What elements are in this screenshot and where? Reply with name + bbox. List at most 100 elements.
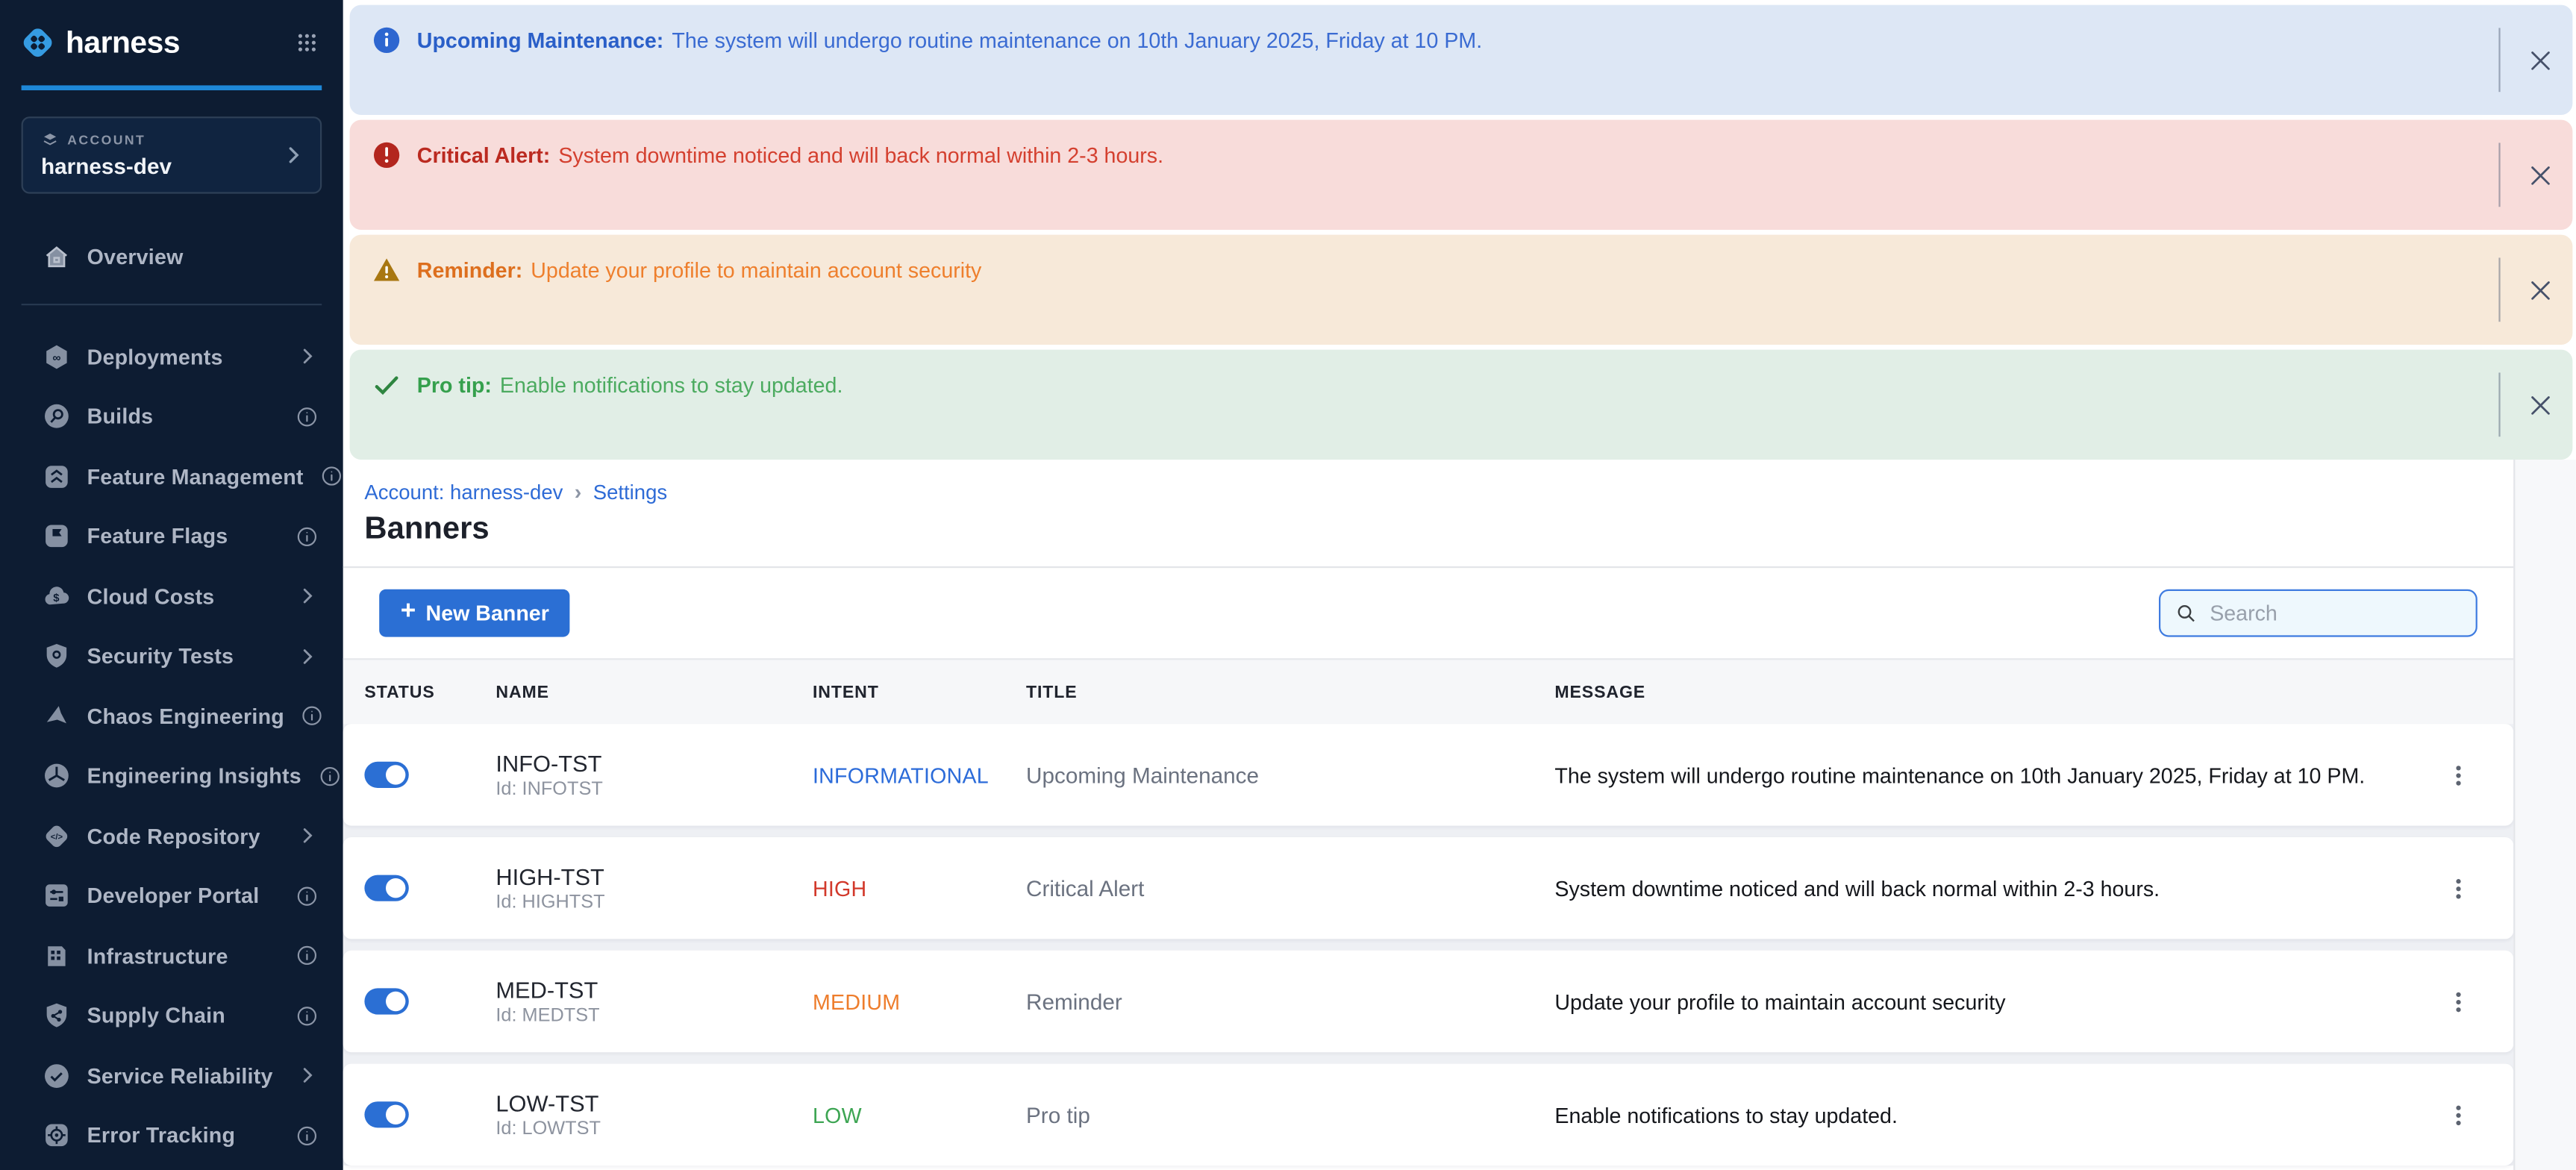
table-row-info-tst: INFO-TSTId: INFOTSTINFORMATIONALUpcoming…: [343, 724, 2513, 825]
banner-id: Id: MEDTST: [495, 1007, 813, 1026]
code-repository-icon: </>: [43, 822, 70, 850]
alert-banner-success: Pro tip:Enable notifications to stay upd…: [350, 350, 2573, 460]
banner-intent: HIGH: [813, 876, 1026, 901]
chevron-right-icon: [296, 1064, 319, 1087]
banner-name: MED-TST: [495, 977, 813, 1003]
info-icon: [296, 1004, 319, 1027]
sidebar-item-label: Deployments: [87, 344, 279, 369]
layers-icon: [41, 131, 59, 148]
info-icon: [320, 465, 343, 488]
sidebar-item-security-tests[interactable]: Security Tests: [0, 626, 343, 686]
sidebar-item-chaos-engineering[interactable]: Chaos Engineering: [0, 686, 343, 746]
home-icon: [43, 243, 70, 271]
status-toggle[interactable]: [364, 875, 408, 901]
close-icon[interactable]: [2527, 46, 2554, 74]
status-toggle[interactable]: [364, 1101, 408, 1127]
sidebar-item-overview[interactable]: Overview: [0, 228, 343, 287]
info-icon: [296, 525, 319, 548]
banner-id: Id: INFOTST: [495, 780, 813, 799]
info-icon: [301, 704, 324, 728]
security-tests-icon: [43, 642, 70, 670]
new-banner-button[interactable]: + New Banner: [379, 589, 570, 637]
service-reliability-icon: [43, 1062, 70, 1089]
sidebar-item-service-reliability[interactable]: Service Reliability: [0, 1045, 343, 1105]
banner-divider: [2498, 257, 2500, 322]
sidebar-item-builds[interactable]: Builds: [0, 387, 343, 446]
info-icon: [296, 1124, 319, 1147]
alert-banner-critical: Critical Alert:System downtime noticed a…: [350, 120, 2573, 230]
toolbar: + New Banner: [343, 568, 2513, 636]
sidebar-item-label: Builds: [87, 404, 279, 429]
column-header-intent: INTENT: [813, 682, 1026, 701]
close-icon[interactable]: [2527, 161, 2554, 189]
row-menu-icon[interactable]: [2444, 987, 2472, 1015]
sidebar-item-developer-portal[interactable]: Developer Portal: [0, 866, 343, 926]
status-toggle[interactable]: [364, 988, 408, 1014]
banner-name: HIGH-TST: [495, 863, 813, 889]
apps-grid-icon[interactable]: [296, 31, 319, 54]
banner-message: System downtime noticed and will back no…: [558, 143, 1163, 167]
engineering-insights-icon: [43, 762, 70, 789]
sidebar-item-supply-chain[interactable]: Supply Chain: [0, 986, 343, 1045]
banner-id: Id: LOWTST: [495, 1119, 813, 1139]
infrastructure-icon: [43, 942, 70, 969]
table-header: STATUS NAME INTENT TITLE MESSAGE: [343, 658, 2513, 724]
status-toggle[interactable]: [364, 762, 408, 788]
info-icon: [318, 765, 341, 788]
sidebar-item-feature-management[interactable]: Feature Management: [0, 446, 343, 506]
close-icon[interactable]: [2527, 391, 2554, 419]
svg-text:</>: </>: [51, 833, 63, 842]
account-label: ACCOUNT: [41, 131, 278, 148]
column-header-name: NAME: [495, 682, 813, 701]
banner-stack: Upcoming Maintenance:The system will und…: [343, 0, 2576, 460]
sidebar-item-infrastructure[interactable]: Infrastructure: [0, 926, 343, 986]
logo-underline: [22, 85, 322, 90]
info-icon: [296, 884, 319, 907]
right-gutter: [2513, 460, 2576, 1170]
row-menu-icon[interactable]: [2444, 875, 2472, 902]
column-header-message: MESSAGE: [1554, 682, 2401, 701]
svg-text:$: $: [53, 592, 60, 604]
deployments-icon: ∞: [43, 342, 70, 370]
sidebar-divider: [22, 304, 322, 305]
alert-banner-info: Upcoming Maintenance:The system will und…: [350, 5, 2573, 115]
info-circle-icon: [372, 26, 400, 54]
close-icon[interactable]: [2527, 276, 2554, 304]
sidebar-item-feature-flags[interactable]: Feature Flags: [0, 507, 343, 566]
account-name: harness-dev: [41, 154, 278, 178]
sidebar-item-cloud-costs[interactable]: $Cloud Costs: [0, 566, 343, 626]
cloud-costs-icon: $: [43, 582, 70, 610]
developer-portal-icon: [43, 882, 70, 910]
sidebar-item-label: Code Repository: [87, 824, 279, 848]
search-input[interactable]: [2207, 599, 2461, 627]
warning-triangle-icon: [372, 256, 400, 284]
table-row-high-tst: HIGH-TSTId: HIGHTSTHIGHCritical AlertSys…: [343, 837, 2513, 939]
sidebar-item-label: Feature Management: [87, 464, 304, 489]
logo-row: harness: [0, 0, 343, 60]
row-menu-icon[interactable]: [2444, 1101, 2472, 1128]
banner-title: Pro tip: [1026, 1102, 1554, 1127]
breadcrumb-account-link[interactable]: Account: harness-dev: [364, 481, 563, 504]
banner-message: Enable notifications to stay updated.: [500, 372, 843, 397]
banner-message: Update your profile to maintain account …: [531, 257, 981, 282]
breadcrumb-settings-link[interactable]: Settings: [593, 481, 667, 504]
sidebar-item-deployments[interactable]: ∞ Deployments: [0, 327, 343, 387]
table-row-med-tst: MED-TSTId: MEDTSTMEDIUMReminderUpdate yo…: [343, 951, 2513, 1052]
banner-message-cell: The system will undergo routine maintena…: [1554, 763, 2401, 787]
chevron-right-icon: [296, 825, 319, 848]
banner-divider: [2498, 28, 2500, 92]
breadcrumb: Account: harness-dev › Settings: [343, 460, 2513, 504]
banner-label: Reminder:: [417, 257, 522, 282]
supply-chain-icon: [43, 1002, 70, 1030]
account-selector[interactable]: ACCOUNT harness-dev: [22, 116, 322, 193]
sidebar-item-label: Supply Chain: [87, 1004, 279, 1028]
sidebar-item-engineering-insights[interactable]: Engineering Insights: [0, 746, 343, 806]
row-menu-icon[interactable]: [2444, 761, 2472, 789]
sidebar-item-code-repository[interactable]: </> Code Repository: [0, 806, 343, 866]
feature-flags-icon: [43, 522, 70, 550]
chevron-right-icon: [296, 585, 319, 608]
sidebar-item-label: Feature Flags: [87, 524, 279, 548]
banner-divider: [2498, 143, 2500, 207]
sidebar-item-error-tracking[interactable]: Error Tracking: [0, 1106, 343, 1166]
sidebar-item-label: Error Tracking: [87, 1123, 279, 1148]
